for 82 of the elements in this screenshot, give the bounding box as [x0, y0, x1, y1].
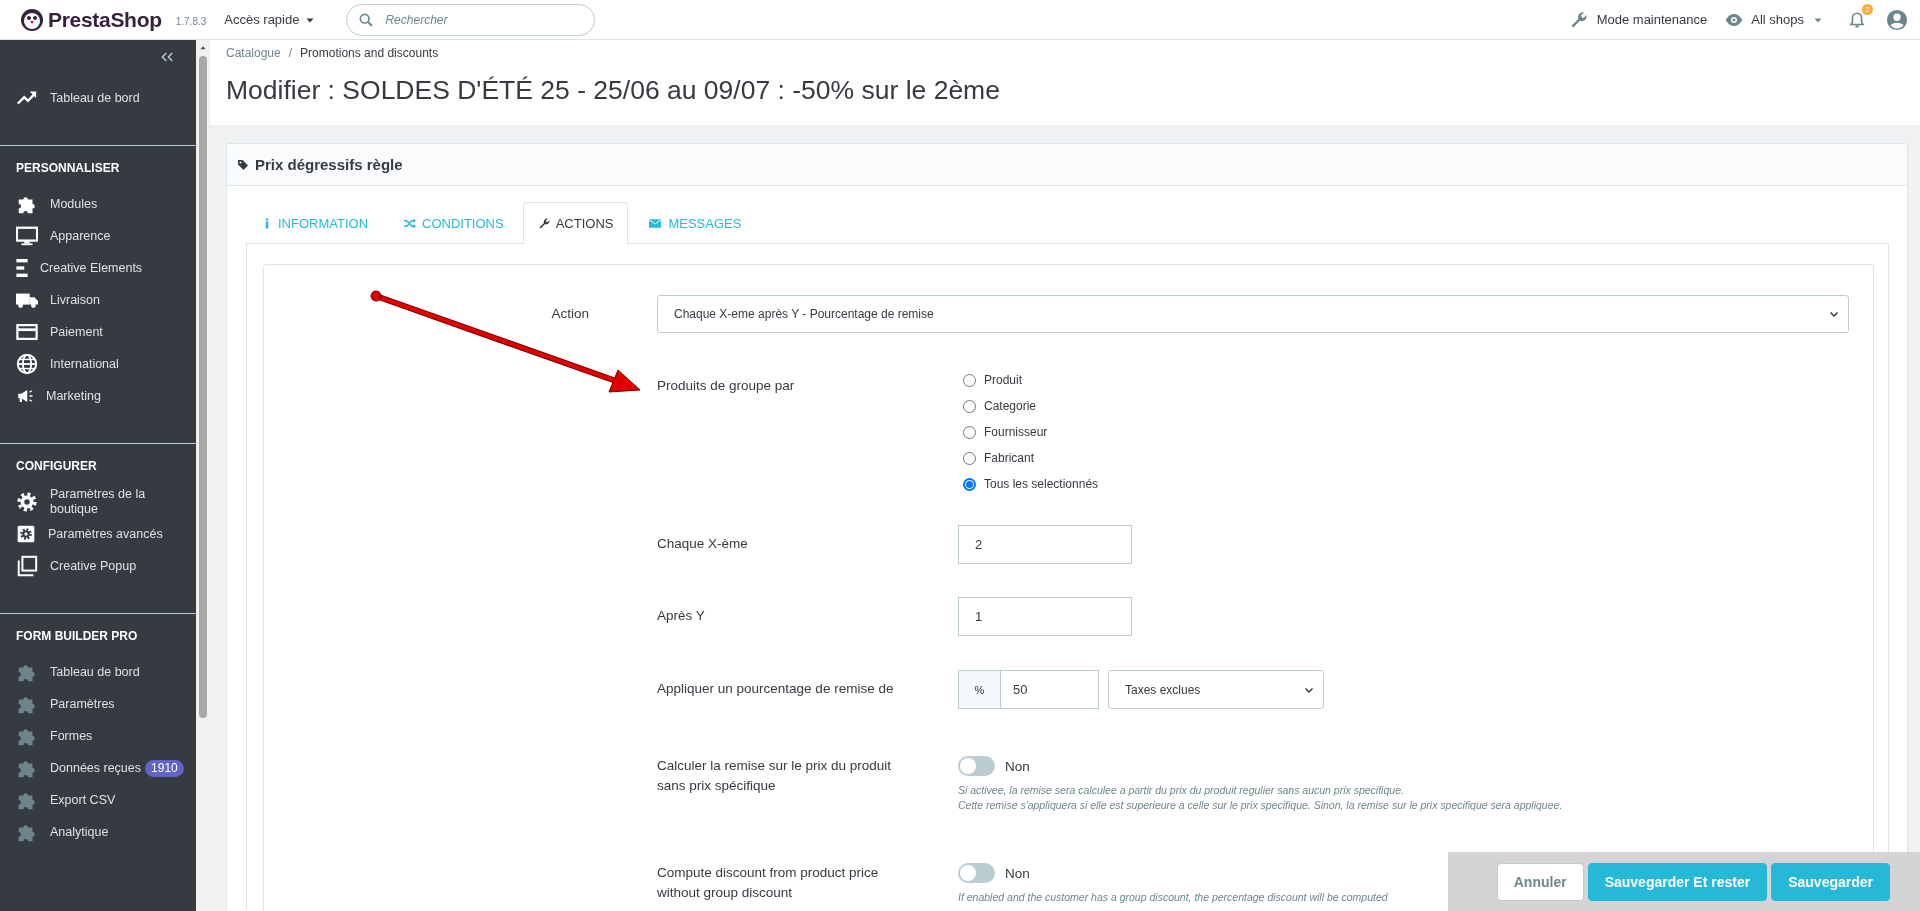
help-text: Si activee, la remise sera calculee a partir du prix du produit regulier sans aucun prix specifique. [958, 783, 1405, 798]
quick-access-menu[interactable]: Accès rapide [224, 12, 317, 27]
radio-button[interactable] [963, 425, 976, 439]
radio-option[interactable]: Tous les selectionnés [958, 471, 1099, 497]
breadcrumb-link[interactable]: Catalogue [226, 45, 281, 61]
notification-count: 2 [1862, 3, 1873, 15]
brand-name: PrestaShop [48, 7, 162, 32]
count-badge: 1910 [145, 759, 184, 777]
radio-option[interactable]: Fournisseur [958, 419, 1099, 445]
radio-button[interactable] [963, 399, 976, 413]
version-label: 1.7.8.3 [175, 16, 207, 27]
field-label: Produits de groupe par [657, 377, 796, 395]
sidebar-item[interactable]: Tableau de bord [0, 656, 196, 688]
sidebar-section-title: CONFIGURER [15, 458, 98, 475]
input-field[interactable]: 1 [958, 597, 1132, 636]
toggle-switch[interactable] [958, 863, 995, 883]
toggle-state-label: Non [1005, 865, 1030, 881]
radio-button[interactable] [963, 451, 976, 465]
sidebar-item[interactable]: Apparence [0, 220, 196, 252]
sidebar-item[interactable]: Analytique [0, 816, 196, 848]
megaphone-icon [16, 387, 34, 405]
page-title: Modifier : SOLDES D'ÉTÉ 25 - 25/06 au 09/07 : -50% sur le 2ème [226, 74, 1001, 107]
cancel-button[interactable]: Annuler [1496, 862, 1584, 901]
breadcrumb-separator: / [288, 45, 293, 61]
sidebar-item[interactable]: Paramètres avancés [0, 518, 196, 550]
field-label: Action [550, 305, 590, 323]
radio-button[interactable] [963, 373, 976, 387]
sidebar-section-title: FORM BUILDER PRO [15, 628, 139, 645]
shop-selector[interactable]: All shops [1725, 10, 1824, 29]
tax-select[interactable]: Taxes exclues [1108, 670, 1324, 709]
toggle-state-label: Non [1005, 758, 1030, 774]
input-field[interactable]: 2 [958, 525, 1132, 564]
gear-icon [16, 491, 38, 513]
sidebar-item[interactable]: Formes [0, 720, 196, 752]
sidebar-item[interactable]: Paramètres de la boutique [0, 486, 196, 518]
field-label: Chaque X-ème [657, 535, 749, 553]
sidebar-item[interactable]: Paiement [0, 316, 196, 348]
sidebar-item[interactable]: Livraison [0, 284, 196, 316]
globe-icon [16, 353, 38, 375]
maintenance-link[interactable]: Mode maintenance [1568, 9, 1708, 30]
action-select[interactable]: Chaque X-eme après Y - Pourcentage de remise [657, 295, 1849, 333]
sidebar-item[interactable]: Données reçues 1910 [0, 752, 196, 784]
sidebar-item[interactable]: Export CSV [0, 784, 196, 816]
credit-card-icon [16, 321, 38, 343]
search-field[interactable]: Rechercher [346, 3, 596, 36]
monitor-icon [16, 225, 38, 247]
tag-icon [237, 158, 249, 171]
field-label: Compute discount from product price without group discount [657, 864, 880, 902]
envelope-icon [647, 216, 664, 230]
radio-option[interactable]: Categorie [958, 393, 1099, 419]
panel-title: Prix dégressifs règle [255, 156, 403, 173]
wrench-icon [537, 217, 551, 230]
scroll-up-icon [199, 44, 207, 52]
toggle-switch[interactable] [958, 756, 995, 776]
radio-option[interactable]: Produit [958, 367, 1099, 393]
help-text: If enabled and the customer has a group discount, the percentage discount will be computed [958, 890, 1388, 905]
sidebar-item[interactable]: International [0, 348, 196, 380]
penguin-logo-icon [20, 7, 44, 32]
help-text: Cette remise s'appliquera si elle est superieure a celle sur le prix specifique. Sinon, la remise sur le prix specifique sera appliquee. [958, 798, 1563, 813]
search-icon [358, 11, 375, 28]
shuffle-icon [402, 216, 418, 230]
radio-option[interactable]: Fabricant [958, 445, 1099, 471]
sidebar-item[interactable]: Creative Popup [0, 550, 196, 582]
gear-square-icon [16, 524, 36, 544]
sidebar-item[interactable]: Marketing [0, 380, 196, 412]
percent-addon: % [958, 670, 1001, 709]
sidebar-item[interactable]: Creative Elements [0, 252, 196, 284]
input-field[interactable]: 50 [1001, 670, 1099, 709]
sidebar-item[interactable]: Modules [0, 188, 196, 220]
stacked-windows-icon [16, 555, 38, 577]
radio-button[interactable] [963, 477, 976, 491]
sidebar-section-title: PERSONNALISER [15, 160, 121, 177]
field-label: Après Y [657, 607, 706, 625]
user-avatar-icon [1886, 8, 1908, 31]
sidebar-item[interactable]: Tableau de bord [0, 82, 196, 114]
sidebar-item[interactable]: Paramètres [0, 688, 196, 720]
field-label: Calculer la remise sur le prix du produit sans prix spécifique [657, 757, 893, 795]
tab[interactable]: ACTIONS [522, 202, 629, 244]
bell-icon [1848, 10, 1866, 29]
field-label: Appliquer un pourcentage de remise de [657, 680, 895, 698]
list-lines-icon [16, 259, 28, 277]
breadcrumb-current: Promotions and discounts [300, 45, 439, 61]
